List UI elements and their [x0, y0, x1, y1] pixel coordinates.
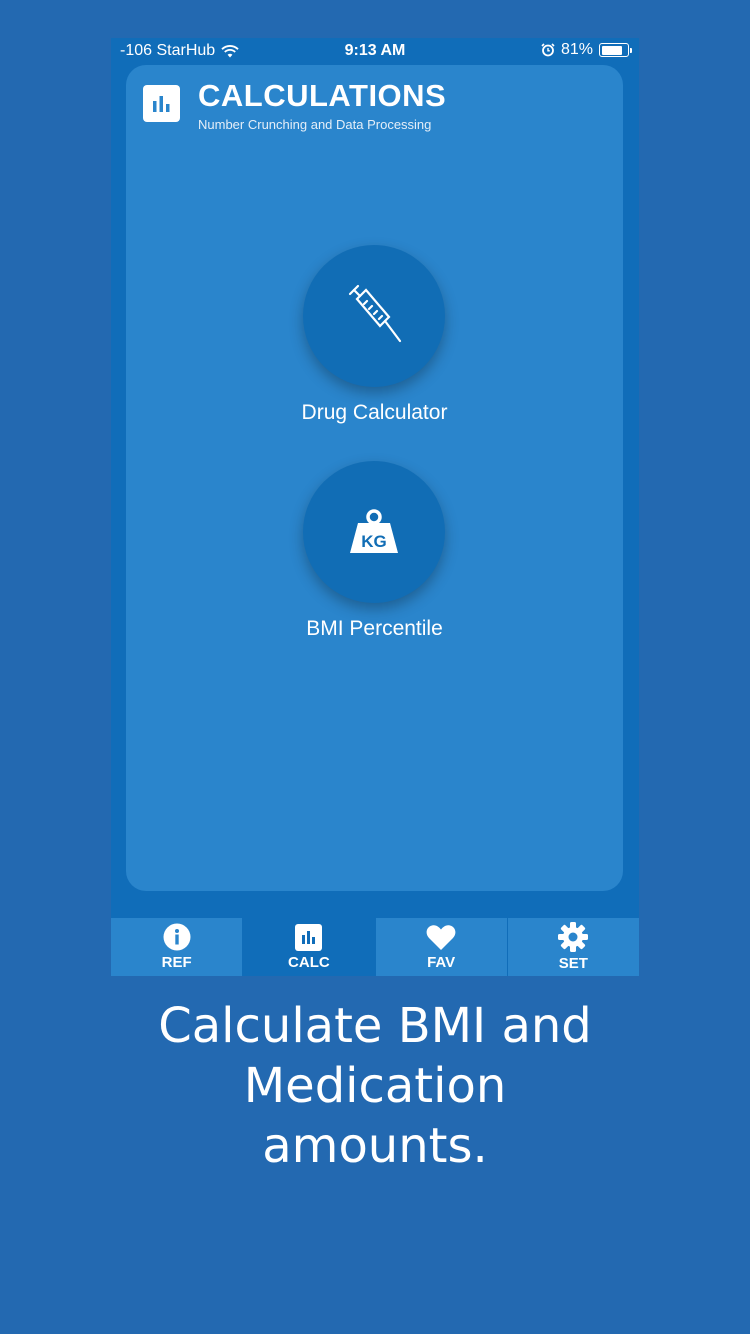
- drug-calculator-label[interactable]: Drug Calculator: [126, 401, 623, 425]
- heart-icon: [426, 924, 456, 950]
- info-icon: [163, 923, 191, 951]
- page-title: CALCULATIONS: [198, 78, 447, 113]
- caption-line-2: Medication: [243, 1058, 507, 1114]
- bmi-percentile-button[interactable]: KG: [303, 461, 445, 603]
- tab-calc-label: CALC: [288, 953, 330, 971]
- chart-icon: [295, 923, 323, 951]
- tab-set-label: SET: [558, 955, 588, 972]
- caption-line-3: amounts.: [262, 1118, 488, 1174]
- status-right: 81%: [541, 41, 632, 59]
- kg-icon-text: KG: [361, 532, 387, 551]
- gear-icon: [558, 922, 589, 952]
- battery-percent: 81%: [560, 41, 593, 58]
- tab-fav-label: FAV: [427, 953, 456, 971]
- tab-set[interactable]: SET: [506, 918, 639, 976]
- tab-ref[interactable]: REF: [111, 918, 243, 976]
- tab-bar: REF CALC FAV SET: [111, 918, 639, 976]
- calculations-card: CALCULATIONS Number Crunching and Data P…: [126, 65, 623, 891]
- promo-caption: Calculate BMI and Medication amounts.: [0, 996, 750, 1176]
- battery-icon: [599, 43, 632, 57]
- phone-screen: -106 StarHub 9:13 AM 81% CALCULATIONS Nu…: [111, 38, 639, 976]
- tab-calc[interactable]: CALC: [242, 918, 375, 976]
- status-bar: -106 StarHub 9:13 AM 81%: [111, 38, 639, 64]
- kg-weight-icon: KG: [350, 509, 398, 553]
- tab-fav[interactable]: FAV: [374, 918, 507, 976]
- tab-ref-label: REF: [161, 954, 192, 971]
- drug-calculator-button[interactable]: [303, 245, 445, 387]
- caption-line-1: Calculate BMI and: [158, 998, 592, 1054]
- alarm-icon: [541, 43, 555, 57]
- page-subtitle: Number Crunching and Data Processing: [198, 117, 432, 132]
- chart-icon: [143, 85, 180, 122]
- syringe-icon: [348, 284, 402, 343]
- bmi-percentile-label[interactable]: BMI Percentile: [126, 617, 623, 641]
